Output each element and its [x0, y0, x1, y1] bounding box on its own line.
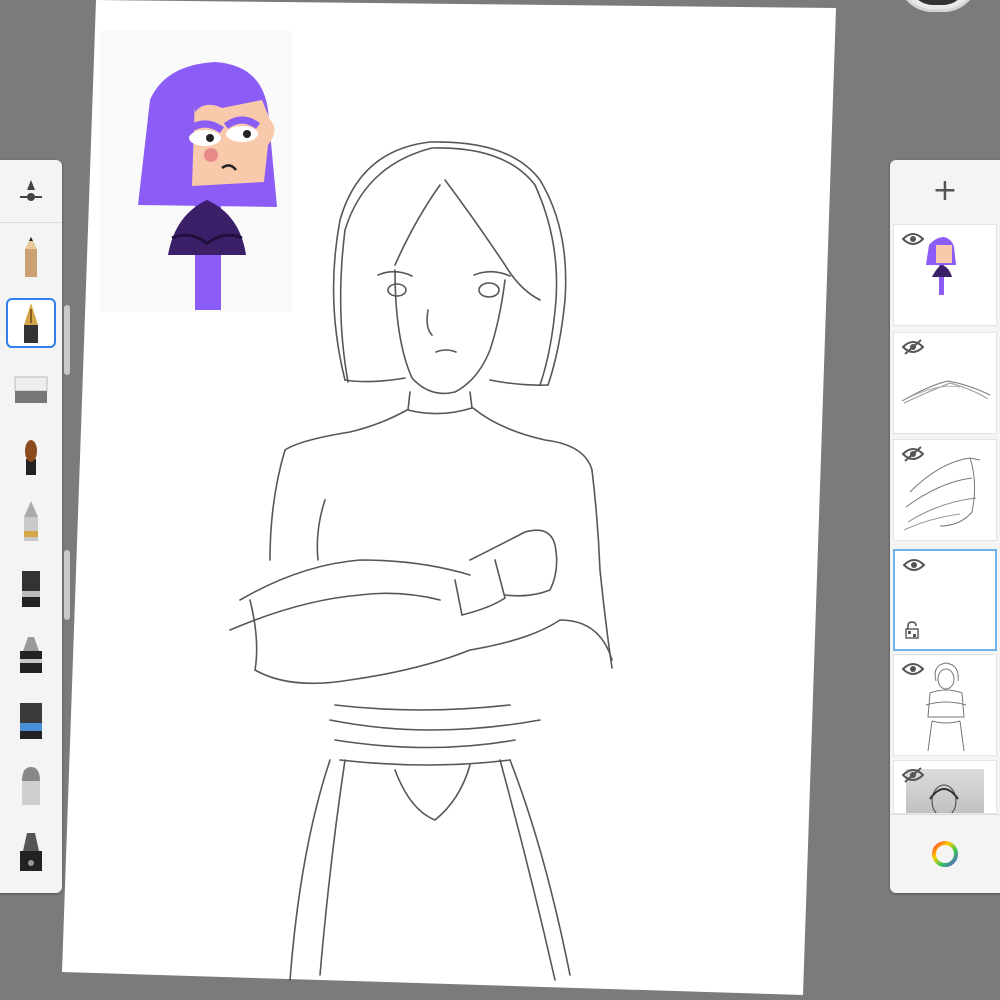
pencil-icon: [25, 237, 37, 277]
marker-tool[interactable]: [6, 628, 56, 678]
paintbrush-tool[interactable]: [6, 430, 56, 480]
marker-icon: [20, 637, 42, 673]
add-layer-button[interactable]: +: [890, 160, 1000, 222]
color-wheel-icon: [932, 841, 958, 867]
chisel-icon: [22, 767, 40, 805]
brush-toolbar: [0, 160, 62, 893]
calligraphy-tool[interactable]: [6, 826, 56, 876]
hand-thumbnail: [903, 457, 981, 531]
eraser-icon: [14, 376, 48, 403]
wide-brush-tool[interactable]: [6, 694, 56, 744]
layer-character-sticker[interactable]: [893, 224, 997, 326]
ink-pen-tool[interactable]: [6, 298, 56, 348]
strokes-thumbnail: [901, 380, 991, 404]
visible-eye-icon[interactable]: [902, 231, 924, 247]
layer-hand-study[interactable]: [893, 439, 997, 541]
ballpoint-icon: [24, 501, 38, 541]
layers-panel: +: [890, 160, 1000, 893]
layer-sketch-strokes-1[interactable]: [893, 332, 997, 434]
visible-eye-icon[interactable]: [903, 557, 925, 573]
brush-properties-button[interactable]: [0, 160, 62, 223]
calligraphy-icon: [20, 833, 42, 871]
layer-empty-active[interactable]: [893, 549, 997, 651]
flat-brush-icon: [22, 571, 40, 607]
layer-figure-sketch[interactable]: [893, 654, 997, 756]
brush-size-icon: [20, 180, 42, 201]
sticker-thumbnail: [926, 237, 956, 295]
layer-reference-photo[interactable]: [893, 760, 997, 814]
hidden-eye-icon[interactable]: [902, 339, 924, 355]
drawing-canvas[interactable]: [0, 0, 1000, 1000]
paintbrush-icon: [25, 440, 37, 475]
hidden-eye-icon[interactable]: [902, 767, 924, 783]
toolbar-scroll-handle-2[interactable]: [64, 550, 70, 620]
fountain-pen-icon: [24, 303, 38, 343]
wide-brush-icon: [20, 703, 42, 739]
eraser-tool[interactable]: [6, 364, 56, 414]
transparency-lock-icon[interactable]: [905, 621, 919, 639]
pencil-tool[interactable]: [6, 232, 56, 282]
chisel-tool[interactable]: [6, 760, 56, 810]
ballpoint-tool[interactable]: [6, 496, 56, 546]
toolbar-scroll-handle[interactable]: [64, 305, 70, 375]
color-picker-button[interactable]: [890, 814, 1000, 893]
flat-brush-tool[interactable]: [6, 562, 56, 612]
figure-thumbnail: [925, 662, 967, 752]
